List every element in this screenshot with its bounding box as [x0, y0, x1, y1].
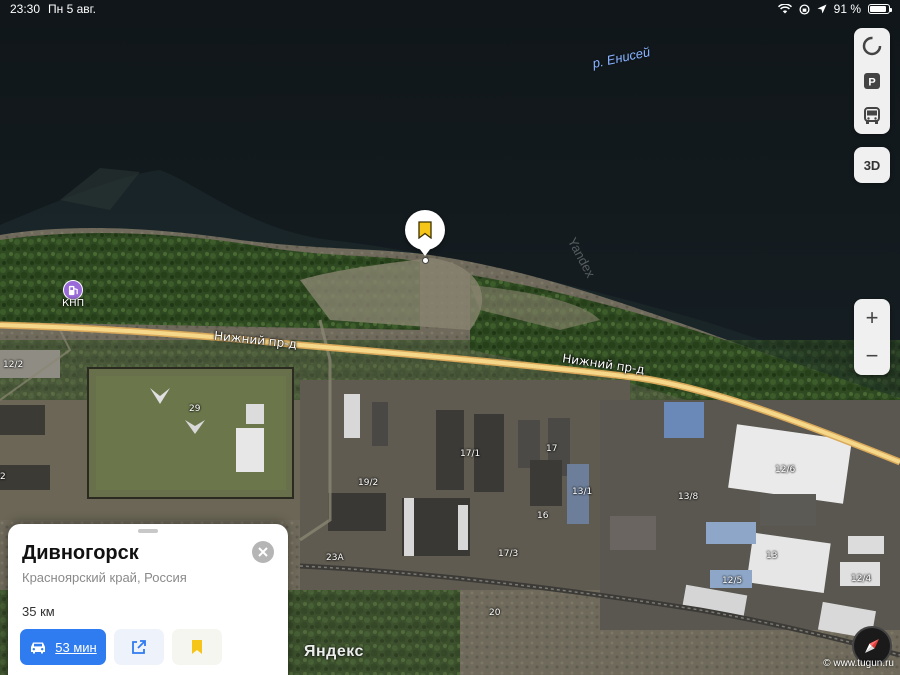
- building-label: 17/1: [460, 449, 481, 459]
- traffic-button[interactable]: [854, 28, 890, 63]
- wifi-icon: [777, 4, 792, 14]
- gas-station-label: КНП: [62, 298, 85, 309]
- bookmark-button[interactable]: [172, 629, 222, 665]
- building-label: 23А: [326, 553, 344, 563]
- svg-text:P: P: [868, 76, 875, 88]
- bookmark-icon: [192, 640, 202, 654]
- route-button[interactable]: 53 мин: [20, 629, 106, 665]
- building-label: 17: [546, 444, 558, 454]
- building-label: 13/1: [572, 487, 593, 497]
- status-bar: 23:30 Пн 5 авг. 91 %: [0, 0, 900, 18]
- place-distance: 35 км: [22, 604, 55, 619]
- compass-icon: [865, 639, 879, 653]
- place-card: Дивногорск Красноярский край, Россия 35 …: [8, 524, 288, 675]
- transit-button[interactable]: [854, 98, 890, 133]
- building-label: 19/2: [358, 478, 379, 488]
- zoom-in-button[interactable]: +: [854, 299, 890, 337]
- zoom-controls: + −: [854, 299, 890, 375]
- building-label: 12/5: [722, 576, 743, 586]
- building-label: 13/8: [678, 492, 699, 502]
- car-icon: [31, 642, 46, 653]
- map-layers-panel: P: [854, 28, 890, 134]
- zoom-out-button[interactable]: −: [854, 337, 890, 375]
- screen-lock-icon: [799, 3, 810, 15]
- location-dot: [422, 257, 429, 264]
- status-time: 23:30: [10, 2, 41, 16]
- share-icon: [132, 640, 146, 654]
- card-drag-handle[interactable]: [138, 529, 158, 533]
- battery-percent: 91 %: [833, 2, 861, 16]
- route-time: 53 мин: [55, 639, 97, 655]
- place-title: Дивногорск: [22, 542, 139, 564]
- building-label: 16: [537, 511, 549, 521]
- building-label: 12/2: [3, 360, 24, 370]
- status-date: Пн 5 авг.: [48, 2, 96, 16]
- place-subtitle: Красноярский край, Россия: [22, 570, 187, 585]
- transit-icon: [864, 106, 880, 124]
- bookmark-icon: [418, 221, 432, 239]
- bookmark-marker[interactable]: [405, 210, 445, 256]
- 3d-button[interactable]: 3D: [854, 147, 890, 183]
- close-icon: [258, 547, 268, 557]
- close-button[interactable]: [252, 541, 274, 563]
- share-button[interactable]: [114, 629, 164, 665]
- building-label: 29: [189, 404, 201, 414]
- parking-icon: P: [864, 72, 880, 89]
- gas-station-icon[interactable]: [63, 280, 83, 300]
- building-label: 12/4: [851, 574, 872, 584]
- location-arrow-icon: [817, 4, 827, 14]
- yandex-logo: Яндекс: [304, 643, 364, 660]
- building-label: 12/6: [775, 465, 796, 475]
- building-label: 2: [0, 472, 6, 482]
- building-label: 20: [489, 608, 501, 618]
- site-credit: © www.tugun.ru: [823, 658, 894, 669]
- building-label: 13: [766, 551, 778, 561]
- parking-button[interactable]: P: [854, 63, 890, 98]
- building-label: 17/3: [498, 549, 519, 559]
- battery-icon: [868, 4, 892, 14]
- traffic-icon: [862, 36, 882, 55]
